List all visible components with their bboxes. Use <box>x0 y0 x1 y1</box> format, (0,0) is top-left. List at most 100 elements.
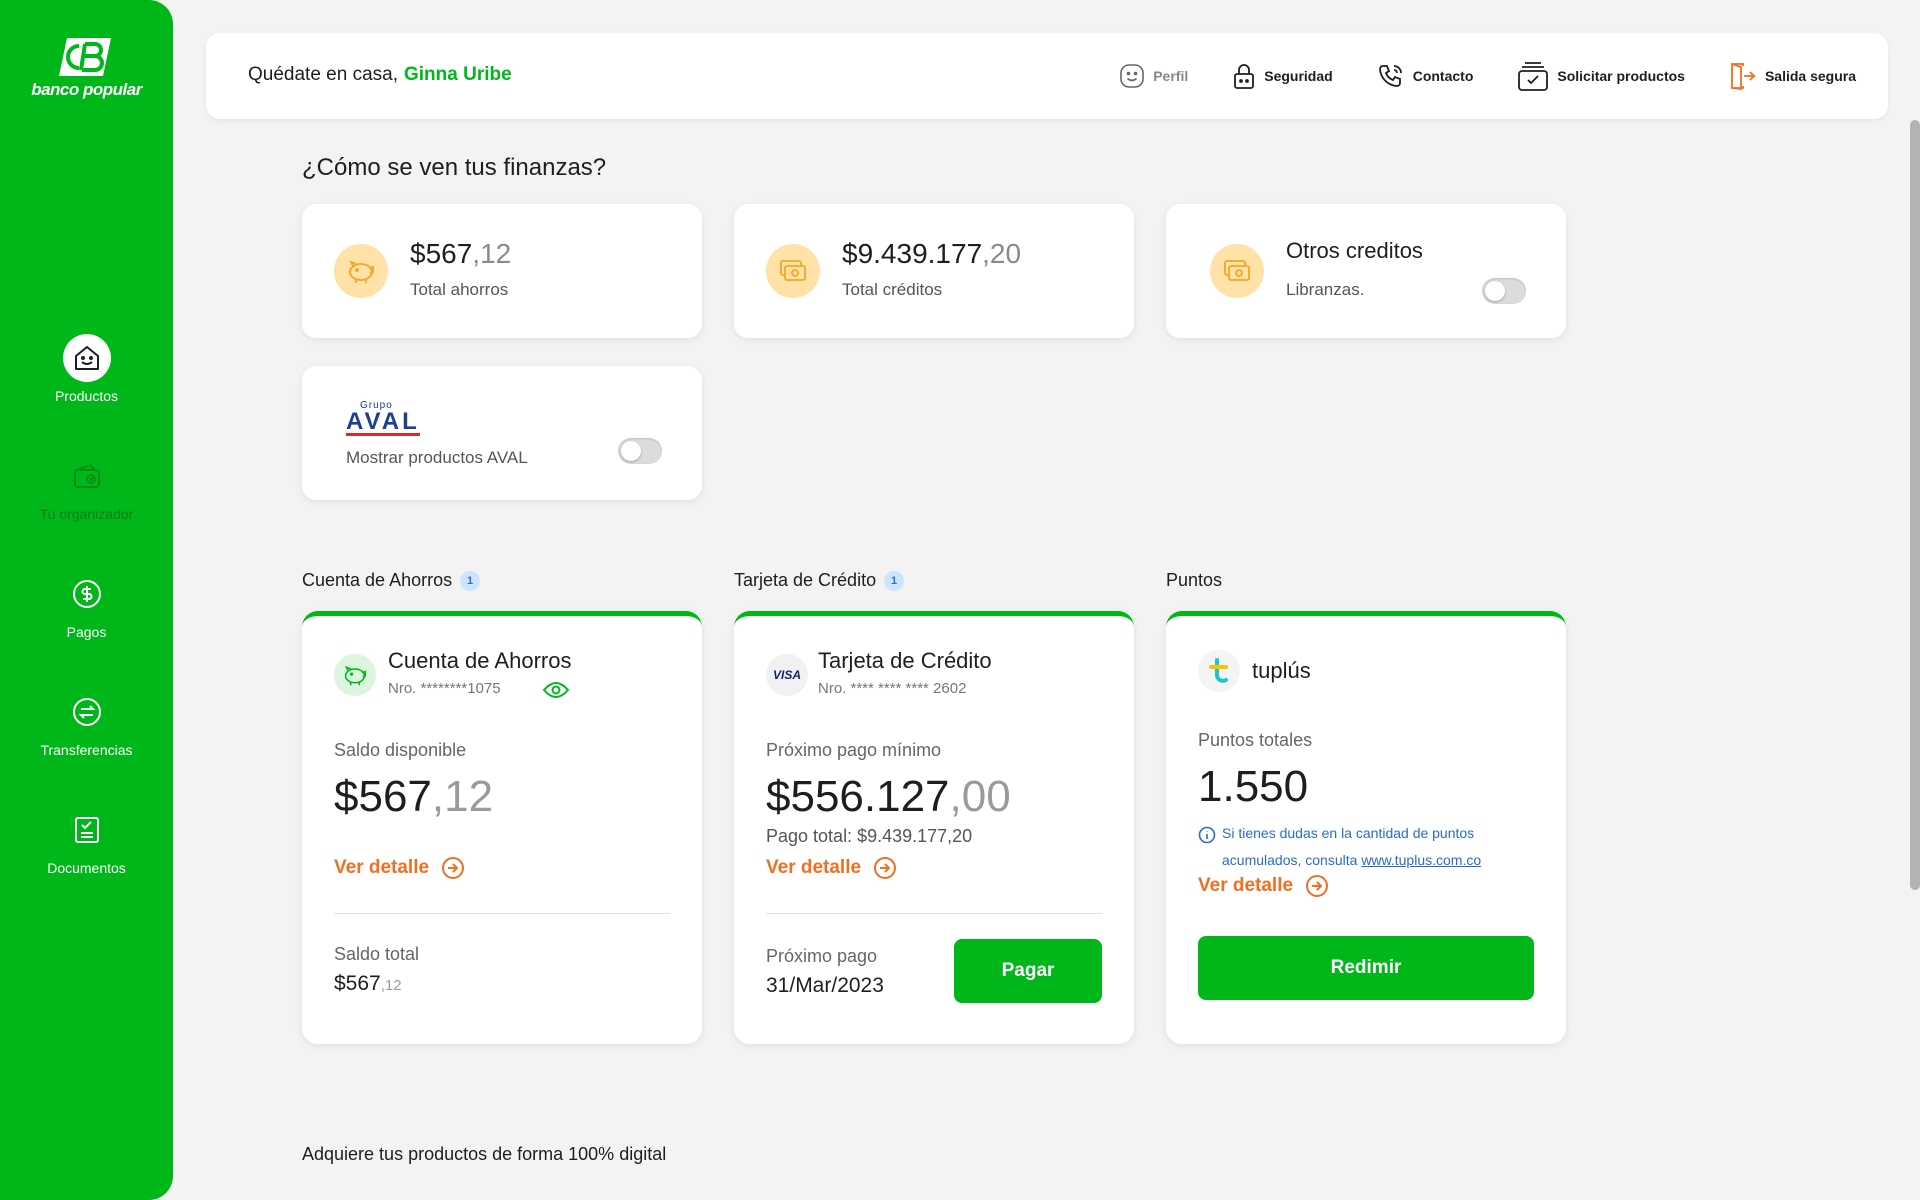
total-creditos-label: Total créditos <box>842 280 943 299</box>
money-icon <box>1210 244 1264 298</box>
total-creditos-amount: $9.439.177,20 <box>842 238 1022 269</box>
info-icon <box>1198 826 1216 844</box>
eye-icon[interactable] <box>542 680 570 705</box>
tuplus-brand: tuplús <box>1252 658 1311 683</box>
credit-card-title: Tarjeta de Crédito <box>818 648 992 673</box>
savings-number: Nro. ********1075 <box>388 680 501 697</box>
piggy-bank-icon <box>334 244 388 298</box>
points-detail-link[interactable]: Ver detalle <box>1198 874 1329 898</box>
sidebar-item-pagos[interactable]: Pagos <box>0 570 173 640</box>
count-badge: 1 <box>884 570 905 591</box>
greeting: Quédate en casa, Ginna Uribe <box>248 64 512 86</box>
credit-card-number: Nro. **** **** **** 2602 <box>818 680 967 697</box>
top-nav: Perfil Seguridad Contacto Solicitar prod… <box>1119 57 1856 95</box>
total-ahorros-card: $567,12 Total ahorros <box>302 204 702 338</box>
aval-label: Mostrar productos AVAL <box>346 448 528 467</box>
aval-toggle[interactable] <box>618 438 662 464</box>
footer-text: Adquiere tus productos de forma 100% dig… <box>302 1144 667 1164</box>
pay-button[interactable]: Pagar <box>954 939 1102 1003</box>
top-bar: Quédate en casa, Ginna Uribe Perfil Segur… <box>206 33 1888 119</box>
nav-label: Solicitar productos <box>1557 68 1685 84</box>
brand-logo[interactable]: banco popular <box>0 36 173 100</box>
arrow-right-circle-icon <box>874 857 897 879</box>
savings-account-card: Cuenta de Ahorros Nro. ********1075 Sald… <box>302 611 702 1044</box>
redeem-button[interactable]: Redimir <box>1198 936 1534 1000</box>
points-info-text: Si tienes dudas en la cantidad de puntos… <box>1222 825 1482 868</box>
sidebar-item-documentos[interactable]: Documentos <box>0 806 173 876</box>
exit-icon <box>1731 63 1757 91</box>
sidebar-item-label: Productos <box>54 388 119 404</box>
points-section-label: Puntos <box>1166 570 1223 590</box>
visa-icon: VISA <box>766 654 808 696</box>
total-balance-amount: $567,12 <box>334 972 402 995</box>
nav-perfil[interactable]: Perfil <box>1119 63 1188 89</box>
min-payment-amount: $556.127,00 <box>766 772 1011 821</box>
scrollbar[interactable] <box>1910 120 1920 890</box>
sidebar-item-label: Tu organizador <box>39 506 134 522</box>
finanzas-title: ¿Cómo se ven tus finanzas? <box>302 154 607 181</box>
money-icon <box>766 244 820 298</box>
available-balance-amount: $567,12 <box>334 772 494 821</box>
sidebar: banco popular Productos Tu organizador P… <box>0 0 173 1200</box>
total-points-value: 1.550 <box>1198 762 1309 811</box>
total-ahorros-label: Total ahorros <box>410 280 509 299</box>
aval-logo-text: AVAL <box>346 408 420 436</box>
banco-popular-logo-icon <box>58 38 111 76</box>
sidebar-item-label: Pagos <box>66 624 107 640</box>
count-badge: 1 <box>460 570 481 591</box>
credit-section-label: Tarjeta de Crédito 1 <box>734 570 905 591</box>
savings-detail-link[interactable]: Ver detalle <box>334 856 465 880</box>
user-name: Ginna Uribe <box>404 64 512 85</box>
min-payment-label: Próximo pago mínimo <box>766 740 942 760</box>
lock-icon <box>1234 64 1255 89</box>
total-creditos-card: $9.439.177,20 Total créditos <box>734 204 1134 338</box>
tuplus-logo-icon <box>1198 650 1240 692</box>
sidebar-item-organizador[interactable]: Tu organizador <box>0 452 173 522</box>
total-ahorros-amount: $567,12 <box>410 238 512 269</box>
wallet-icon <box>63 452 111 500</box>
otros-creditos-title: Otros creditos <box>1286 238 1423 263</box>
sidebar-item-label: Transferencias <box>40 742 133 758</box>
dollar-circle-icon <box>63 570 111 618</box>
available-balance-label: Saldo disponible <box>334 740 467 760</box>
divider <box>334 913 670 914</box>
credit-card-card: VISA Tarjeta de Crédito Nro. **** **** *… <box>734 611 1134 1044</box>
otros-creditos-card: Otros creditos Libranzas. <box>1166 204 1566 338</box>
greeting-text: Quédate en casa, <box>248 64 398 85</box>
total-points-label: Puntos totales <box>1198 730 1313 750</box>
nav-salida-segura[interactable]: Salida segura <box>1729 61 1856 91</box>
phone-icon <box>1378 65 1402 87</box>
card-stack-icon <box>1518 62 1549 91</box>
points-card: tuplús Puntos totales 1.550 Si tienes du… <box>1166 611 1566 1044</box>
sidebar-item-label: Documentos <box>47 860 126 876</box>
total-payment: Pago total: $9.439.177,20 <box>766 826 973 846</box>
savings-section-label: Cuenta de Ahorros 1 <box>302 570 481 591</box>
nav-label: Contacto <box>1412 68 1474 84</box>
credit-detail-link[interactable]: Ver detalle <box>766 856 897 880</box>
transfer-icon <box>63 688 111 736</box>
aval-card: Grupo AVAL Mostrar productos AVAL <box>302 366 702 500</box>
nav-label: Perfil <box>1153 68 1189 84</box>
grupo-aval-logo: Grupo AVAL <box>346 400 420 436</box>
house-icon <box>62 334 111 382</box>
divider <box>766 913 1102 914</box>
next-payment-label: Próximo pago <box>766 946 878 966</box>
nav-contacto[interactable]: Contacto <box>1377 62 1474 90</box>
total-balance-label: Saldo total <box>334 944 420 964</box>
brand-name: banco popular <box>31 80 142 99</box>
sidebar-item-transferencias[interactable]: Transferencias <box>0 688 173 758</box>
nav-seguridad[interactable]: Seguridad <box>1232 62 1333 90</box>
nav-label: Salida segura <box>1764 68 1856 84</box>
savings-title: Cuenta de Ahorros <box>388 648 572 673</box>
tuplus-link[interactable]: www.tuplus.com.co <box>1361 852 1481 868</box>
arrow-right-circle-icon <box>442 857 465 879</box>
libranzas-label: Libranzas. <box>1286 280 1365 299</box>
smile-icon <box>1120 64 1145 88</box>
libranzas-toggle[interactable] <box>1482 278 1526 304</box>
arrow-right-circle-icon <box>1306 875 1329 897</box>
nav-label: Seguridad <box>1264 68 1333 84</box>
document-check-icon <box>63 806 111 854</box>
sidebar-item-productos[interactable]: Productos <box>0 334 173 404</box>
nav-solicitar-productos[interactable]: Solicitar productos <box>1517 60 1685 92</box>
piggy-bank-icon <box>334 654 376 696</box>
